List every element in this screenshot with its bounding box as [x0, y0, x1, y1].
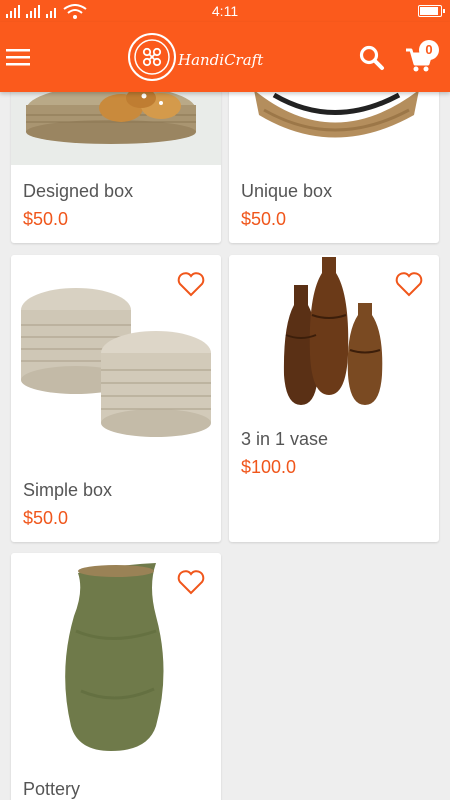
- menu-icon[interactable]: [4, 42, 34, 72]
- app-bar: HandiCraft: [0, 22, 450, 92]
- product-price: $50.0: [23, 209, 69, 229]
- product-price: $50.0: [23, 508, 69, 528]
- battery-icon: [418, 5, 445, 17]
- product-name: Simple box: [23, 480, 113, 500]
- product-name: Pottery: [23, 779, 81, 799]
- product-name: 3 in 1 vase: [241, 429, 329, 449]
- clock: 4:11: [211, 3, 239, 19]
- brand-name: HandiCraft: [178, 51, 264, 69]
- product-name: Designed box: [23, 181, 134, 201]
- heart-icon[interactable]: [177, 271, 205, 297]
- status-bar: 4:11: [0, 0, 450, 22]
- heart-icon[interactable]: [395, 271, 423, 297]
- heart-icon[interactable]: [177, 569, 205, 595]
- logo-icon: [128, 33, 176, 81]
- cart-badge: 0: [419, 40, 439, 60]
- product-price: $50.0: [241, 209, 287, 229]
- product-image: [283, 257, 383, 405]
- product-price: $100.0: [241, 457, 297, 477]
- product-card[interactable]: Pottery: [11, 553, 221, 800]
- product-card[interactable]: 3 in 1 vase $100.0: [229, 255, 439, 542]
- product-card[interactable]: Simple box $50.0: [11, 255, 221, 542]
- product-image: [21, 288, 211, 437]
- product-name: Unique box: [241, 181, 333, 201]
- product-image: [65, 563, 164, 751]
- search-icon[interactable]: [358, 44, 386, 72]
